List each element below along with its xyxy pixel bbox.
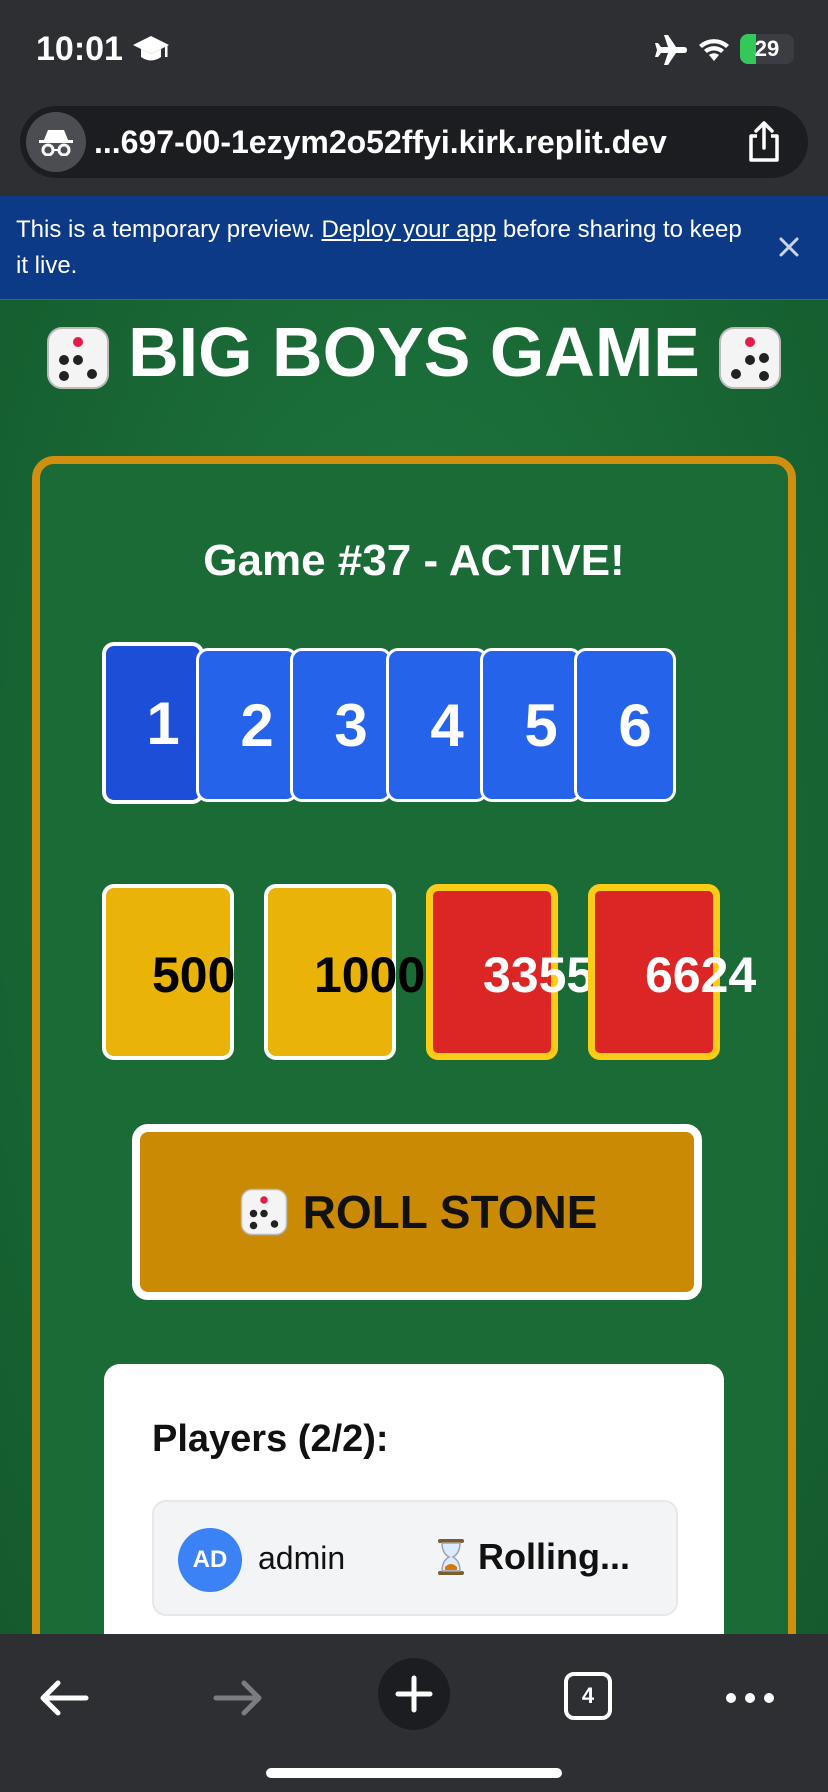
banner-text-start: This is a temporary preview. xyxy=(16,216,322,243)
graduation-cap-icon xyxy=(133,36,169,61)
back-button[interactable] xyxy=(32,1666,96,1730)
bet-card-3355[interactable]: 3355 xyxy=(426,884,594,1060)
game-title: BIG BOYS GAME xyxy=(0,312,828,394)
new-tab-button[interactable] xyxy=(378,1658,450,1730)
url-text[interactable]: ...697-00-1ezym2o52ffyi.kirk.replit.dev xyxy=(94,106,667,178)
avatar: AD xyxy=(178,1528,242,1592)
game-status: Game #37 - ACTIVE! xyxy=(203,536,625,585)
player-status: Rolling... xyxy=(434,1536,630,1578)
players-title: Players (2/2): xyxy=(152,1418,389,1460)
close-icon[interactable] xyxy=(772,230,806,264)
incognito-button[interactable] xyxy=(26,112,86,172)
share-icon[interactable] xyxy=(740,118,788,166)
dice-icon xyxy=(718,326,781,389)
deploy-link[interactable]: Deploy your app xyxy=(321,216,496,243)
banner-message: This is a temporary preview. Deploy your… xyxy=(16,212,756,284)
tabs-button[interactable]: 4 xyxy=(564,1672,612,1720)
players-panel: Players (2/2): AD admin Rolling... xyxy=(104,1364,724,1634)
dice-icon xyxy=(240,1188,287,1236)
hourglass-icon xyxy=(438,1539,464,1575)
dice-icon xyxy=(47,326,110,389)
number-card-6[interactable]: 6 xyxy=(574,648,676,802)
bet-value: 500 xyxy=(152,947,236,1003)
preview-banner: This is a temporary preview. Deploy your… xyxy=(0,196,828,300)
incognito-icon xyxy=(39,130,73,156)
airplane-mode-icon xyxy=(655,35,687,65)
arrow-right-icon xyxy=(213,1680,262,1716)
player-status-text: Rolling... xyxy=(478,1536,630,1577)
player-row: AD admin Rolling... xyxy=(152,1500,678,1616)
player-name: admin xyxy=(258,1540,346,1576)
bet-card-500[interactable]: 500 xyxy=(102,884,236,1060)
address-bar[interactable]: ...697-00-1ezym2o52ffyi.kirk.replit.dev xyxy=(20,106,808,178)
number-card-3[interactable]: 3 xyxy=(290,648,392,802)
number-card-4[interactable]: 4 xyxy=(386,648,488,802)
battery-level: 29 xyxy=(754,36,780,61)
bet-card-6624[interactable]: 6624 xyxy=(588,884,756,1060)
browser-top-chrome: 10:01 29 ...697-00-1ezym2o52ffyi.kirk.re… xyxy=(0,0,828,196)
more-button[interactable] xyxy=(718,1666,782,1730)
number-card-2[interactable]: 2 xyxy=(196,648,298,802)
wifi-icon xyxy=(699,39,729,61)
roll-stone-button[interactable]: ROLL STONE xyxy=(132,1124,702,1300)
status-time: 10:01 xyxy=(36,30,123,68)
number-card-1[interactable]: 1 xyxy=(102,642,204,804)
battery-indicator: 29 xyxy=(740,34,794,64)
home-indicator xyxy=(266,1768,562,1778)
more-icon xyxy=(726,1693,774,1703)
bet-value: 6624 xyxy=(645,947,757,1003)
game-page: BIG BOYS GAME Game #37 - ACTIVE! 1 2 3 4… xyxy=(0,300,828,1634)
game-board: Game #37 - ACTIVE! 1 2 3 4 5 6 500 1000 … xyxy=(32,456,796,1634)
forward-button[interactable] xyxy=(206,1666,270,1730)
game-title-text: BIG BOYS GAME xyxy=(128,313,700,391)
number-card-5[interactable]: 5 xyxy=(480,648,582,802)
bet-value: 3355 xyxy=(483,947,595,1003)
bet-card-1000[interactable]: 1000 xyxy=(264,884,425,1060)
roll-stone-label: ROLL STONE xyxy=(302,1186,598,1238)
bet-value: 1000 xyxy=(314,947,426,1003)
arrow-left-icon xyxy=(40,1680,89,1716)
plus-icon xyxy=(395,1675,433,1713)
browser-toolbar: 4 xyxy=(0,1634,828,1792)
